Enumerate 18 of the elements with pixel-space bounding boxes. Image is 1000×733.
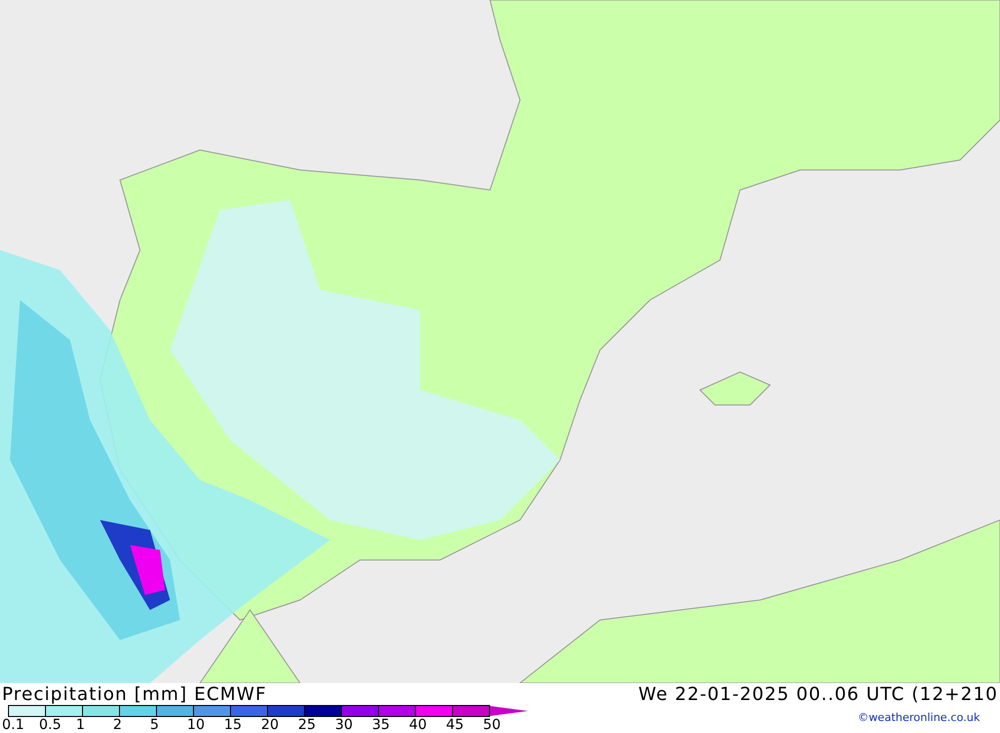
legend-label: 1 xyxy=(76,717,86,733)
map-title: Precipitation [mm] ECMWF xyxy=(1,684,267,704)
legend-label: 15 xyxy=(224,717,243,733)
legend-label: 30 xyxy=(335,717,354,733)
legend-label: 35 xyxy=(372,717,391,733)
legend-label: 40 xyxy=(409,717,428,733)
legend-label: 10 xyxy=(187,717,206,733)
legend-label: 45 xyxy=(446,717,465,733)
valid-time: We 22-01-2025 00..06 UTC (12+210 xyxy=(638,684,999,704)
legend-label: 25 xyxy=(298,717,317,733)
legend-label: 20 xyxy=(261,717,280,733)
legend-label: 0.5 xyxy=(39,717,62,733)
legend-arrow-icon xyxy=(490,706,528,716)
legend-label: 5 xyxy=(150,717,160,733)
legend-label: 2 xyxy=(113,717,123,733)
credit-link[interactable]: ©weatheronline.co.uk xyxy=(858,705,1000,724)
legend-label: 50 xyxy=(483,717,502,733)
legend-label: 0.1 xyxy=(2,717,26,733)
